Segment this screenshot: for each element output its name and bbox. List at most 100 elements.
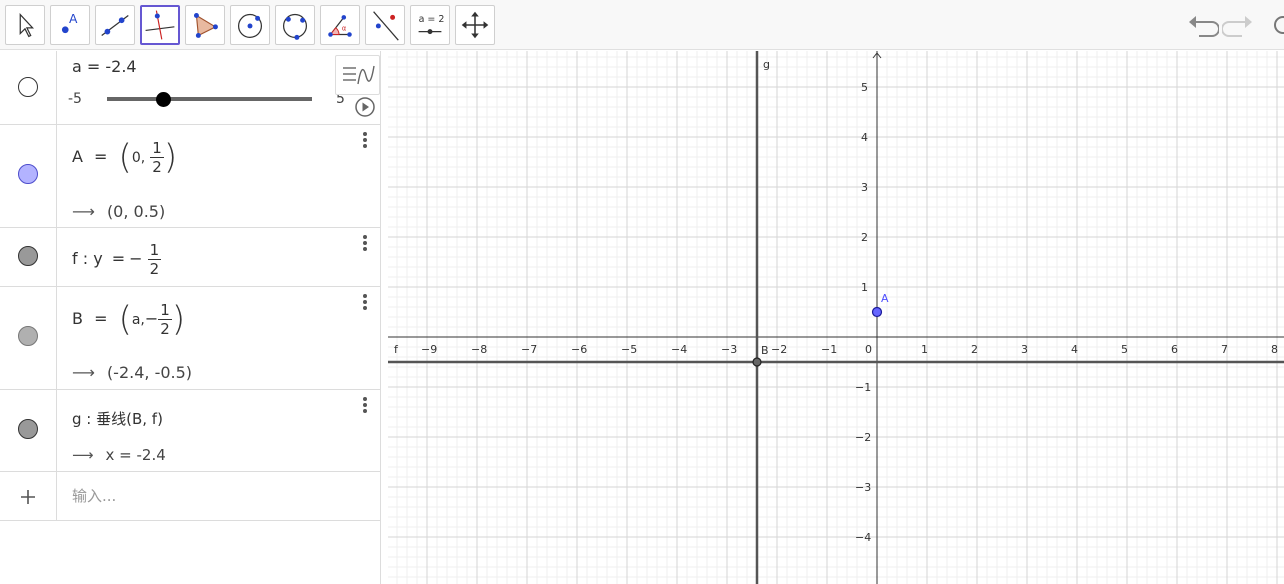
search-button[interactable] (1266, 8, 1284, 42)
x-tick-label: −6 (571, 343, 587, 356)
more-options-icon[interactable] (360, 233, 370, 253)
visibility-toggle-f[interactable] (18, 246, 38, 266)
y-tick-label: −1 (855, 381, 871, 394)
slider-thumb[interactable] (156, 92, 171, 107)
redo-button[interactable] (1221, 8, 1256, 42)
polygon-tool-button[interactable] (185, 5, 225, 45)
slider-tool-button[interactable]: a = 2 (410, 5, 450, 45)
reflect-tool-button[interactable] (365, 5, 405, 45)
graphics-view[interactable]: −9 −8 −7 −6 −5 −4 −3 −2 −1 0 1 2 3 4 5 6 7 8 5 4 3 2 1 −1 −2 −3 −4… (388, 51, 1284, 584)
x-tick-label: 3 (1021, 343, 1028, 356)
point-icon: A (61, 12, 78, 34)
y-tick-label: −3 (855, 481, 871, 494)
marble-column (0, 125, 57, 227)
y-tick-label: 4 (861, 131, 868, 144)
result-arrow-icon: ⟶ (72, 446, 94, 464)
A-fraction: 12 (150, 139, 164, 176)
polygon-icon (193, 13, 218, 38)
x-tick-label: 1 (921, 343, 928, 356)
x-tick-label: 4 (1071, 343, 1078, 356)
search-icon (1274, 16, 1284, 34)
y-tick-label: −2 (855, 431, 871, 444)
definition-f[interactable]: f : y = − 12 (72, 241, 162, 278)
label-B: B (761, 344, 769, 357)
angle-icon: α (328, 15, 352, 37)
visibility-toggle-B[interactable] (18, 326, 38, 346)
undo-icon (1189, 16, 1220, 37)
undo-button[interactable] (1185, 8, 1220, 42)
label-f: f (394, 343, 399, 356)
label-g: g (763, 58, 770, 71)
more-options-icon[interactable] (360, 292, 370, 312)
x-tick-label: 2 (971, 343, 978, 356)
f-fraction: 12 (147, 241, 162, 278)
angle-tool-button[interactable]: α (320, 5, 360, 45)
perpendicular-line-icon (145, 10, 175, 40)
algebra-row-B[interactable]: B = (a,− 1 2) ⟶ (-2.4, -0.5) (0, 287, 380, 390)
style-bar-icon (343, 65, 375, 85)
x-tick-label: −7 (521, 343, 537, 356)
y-tick-label: 3 (861, 181, 868, 194)
definition-A[interactable]: A = (0, 1 2) (72, 139, 177, 176)
x-tick-label: 5 (1121, 343, 1128, 356)
slider-tool-label: a = 2 (419, 14, 445, 25)
x-tick-label: 0 (865, 343, 872, 356)
more-options-icon[interactable] (360, 130, 370, 150)
style-bar-toggle-button[interactable] (335, 55, 380, 95)
B-fraction: 12 (158, 301, 172, 338)
x-tick-label: −5 (621, 343, 637, 356)
A-x: 0, (131, 150, 146, 166)
redo-icon (1221, 16, 1252, 37)
algebra-input-row[interactable]: 输入... (0, 472, 380, 521)
line-tool-button[interactable] (95, 5, 135, 45)
move-graphics-view-tool-button[interactable] (455, 5, 495, 45)
circle-center-icon (237, 13, 263, 38)
cursor-arrow-icon (19, 12, 35, 38)
output-A: ⟶ (0, 0.5) (72, 202, 166, 221)
visibility-toggle-g[interactable] (18, 419, 38, 439)
circle-three-points-tool-button[interactable] (275, 5, 315, 45)
plus-icon[interactable] (19, 488, 37, 506)
input-bar[interactable]: 输入... (72, 485, 116, 506)
f-lhs: f : y (72, 249, 103, 268)
A-name: A (72, 147, 83, 166)
slider-min-label: -5 (68, 91, 82, 107)
point-B (752, 357, 762, 367)
graphics-canvas[interactable]: −9 −8 −7 −6 −5 −4 −3 −2 −1 0 1 2 3 4 5 6 7 8 5 4 3 2 1 −1 −2 −3 −4… (388, 51, 1284, 584)
perpendicular-line-tool-button[interactable] (140, 5, 180, 45)
svg-text:A: A (69, 12, 78, 26)
output-g: ⟶ x = -2.4 (72, 446, 166, 464)
y-tick-label: 2 (861, 231, 868, 244)
x-tick-label: −8 (471, 343, 487, 356)
x-tick-label: −1 (821, 343, 837, 356)
algebra-row-slider-a[interactable]: a = -2.4 -5 5 (0, 51, 380, 125)
result-arrow-icon: ⟶ (72, 202, 95, 221)
slider-track[interactable] (107, 97, 312, 101)
slider-definition[interactable]: a = -2.4 (72, 57, 137, 76)
visibility-toggle-a[interactable] (18, 77, 38, 97)
algebra-row-A[interactable]: A = (0, 1 2) ⟶ (0, 0.5) (0, 125, 380, 228)
line-icon (101, 15, 129, 36)
algebra-view: a = -2.4 -5 5 A = (0, 1 2) ⟶ (0, 0.5) f … (0, 51, 381, 584)
x-tick-label: 6 (1171, 343, 1178, 356)
definition-B[interactable]: B = (a,− 1 2) (72, 301, 185, 338)
move-tool-button[interactable] (5, 5, 45, 45)
algebra-row-f[interactable]: f : y = − 12 (0, 228, 380, 287)
toolbar: A α a = 2 (0, 0, 1284, 50)
point-A (871, 306, 883, 318)
algebra-row-g[interactable]: g : 垂线(B, f) ⟶ x = -2.4 (0, 390, 380, 472)
output-B: ⟶ (-2.4, -0.5) (72, 363, 193, 382)
x-tick-label: 8 (1271, 343, 1278, 356)
circle-center-point-tool-button[interactable] (230, 5, 270, 45)
label-A: A (881, 292, 889, 305)
svg-text:α: α (342, 25, 347, 33)
visibility-toggle-A[interactable] (18, 164, 38, 184)
definition-g[interactable]: g : 垂线(B, f) (72, 408, 163, 429)
more-options-icon[interactable] (360, 395, 370, 415)
x-tick-label: −9 (421, 343, 437, 356)
B-name: B (72, 309, 83, 328)
play-animation-icon[interactable] (354, 96, 376, 118)
point-tool-button[interactable]: A (50, 5, 90, 45)
y-tick-label: −4 (855, 531, 871, 544)
x-tick-label: −3 (721, 343, 737, 356)
